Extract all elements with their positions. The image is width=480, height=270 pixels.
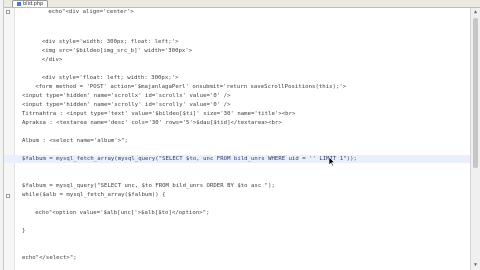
code-line[interactable]: <input type='hidden' name='scrollx' id='… (22, 92, 230, 100)
scroll-down-icon[interactable]: ▼ (472, 262, 479, 269)
tab-blid-php[interactable]: blid.php (12, 0, 49, 7)
code-line[interactable]: <img src='$bildeo[img_src_b]' width='300… (22, 47, 192, 55)
tab-bar: blid.php (4, 0, 480, 8)
php-file-icon (17, 2, 21, 6)
editor-pane[interactable]: echo"<div align='center'> <div style='wid… (4, 8, 470, 270)
tab-label: blid.php (23, 1, 44, 7)
code-line[interactable]: Album : <select name='album'>"; (22, 137, 128, 145)
scroll-thumb[interactable] (473, 18, 478, 168)
code-line[interactable]: $falbum = mysql_query("SELECT unc, $to F… (22, 182, 275, 190)
code-editor-window: blid.php echo"<div align='center'> <div s… (0, 0, 480, 270)
code-line[interactable]: Apraksa : <textarea name='desc' cols='30… (22, 119, 282, 127)
code-line[interactable]: </div> (22, 56, 62, 64)
code-area[interactable]: echo"<div align='center'> <div style='wid… (4, 8, 470, 270)
line-gutter[interactable] (4, 8, 15, 270)
code-line[interactable]: <div style='float: left; width: 300px;'> (22, 74, 179, 82)
code-line[interactable]: <form method = 'POST' action='$majanlaga… (22, 83, 346, 91)
code-line[interactable]: <input type='hidden' name='scrolly' id='… (22, 101, 230, 109)
mouse-pointer-icon (329, 157, 335, 166)
code-line[interactable]: } (22, 227, 25, 235)
fold-marker-icon[interactable] (6, 194, 10, 198)
code-line[interactable]: echo"<div align='center'> (22, 8, 134, 16)
code-line[interactable]: Titrnahtra : <input type='text' value='$… (22, 110, 295, 118)
code-line[interactable]: <div style='width: 300px; float: left;'> (22, 38, 179, 46)
code-line[interactable]: echo"</select>"; (22, 254, 77, 262)
scroll-up-icon[interactable]: ▲ (472, 9, 479, 16)
vertical-scrollbar[interactable]: ▲ ▼ (470, 8, 480, 270)
code-line[interactable]: echo"<option value='$alb[unc]'>$alb[$to]… (22, 209, 210, 217)
code-line[interactable]: $falbum = mysql_fetch_array(mysql_query(… (4, 155, 470, 163)
fold-marker-icon[interactable] (6, 10, 10, 14)
code-line[interactable]: while($alb = mysql_fetch_array($falbum))… (22, 191, 166, 199)
